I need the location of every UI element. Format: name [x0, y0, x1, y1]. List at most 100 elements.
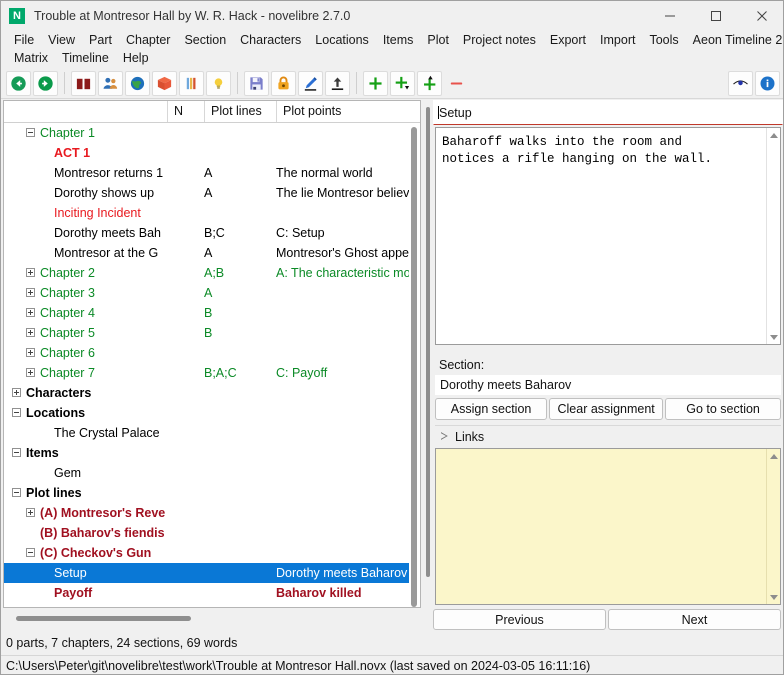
expand-icon[interactable] — [26, 368, 35, 377]
go-forward-icon[interactable] — [33, 70, 58, 96]
menu-section[interactable]: Section — [177, 31, 233, 49]
tree-column-plot-points[interactable]: Plot points — [276, 101, 420, 122]
expand-icon[interactable] — [26, 328, 35, 337]
items-box-icon[interactable] — [152, 70, 177, 96]
expand-icon[interactable] — [26, 268, 35, 277]
expand-icon[interactable] — [26, 288, 35, 297]
go-to-section-button[interactable]: Go to section — [665, 398, 781, 420]
tree-row[interactable]: Chapter 4 B — [4, 303, 420, 323]
tree-row[interactable]: Chapter 5 B — [4, 323, 420, 343]
tree-row[interactable]: ACT 1 — [4, 143, 420, 163]
tree-row[interactable]: Setup Dorothy meets Baharov — [4, 563, 420, 583]
minimize-icon[interactable] — [647, 1, 693, 31]
notes-scroll-down-icon[interactable] — [767, 590, 780, 604]
book-icon[interactable] — [71, 70, 96, 96]
tree-row[interactable]: Chapter 1 — [4, 123, 420, 143]
view-eye-icon[interactable] — [728, 70, 753, 96]
previous-button[interactable]: Previous — [433, 609, 606, 630]
collapse-icon[interactable] — [12, 488, 21, 497]
menu-chapter[interactable]: Chapter — [119, 31, 177, 49]
tree-row[interactable]: Inciting Incident — [4, 203, 420, 223]
menu-items[interactable]: Items — [376, 31, 421, 49]
description-textarea[interactable]: Baharoff walks into the room and notices… — [435, 127, 781, 345]
menu-characters[interactable]: Characters — [233, 31, 308, 49]
tree-row[interactable]: Chapter 2 A;B A: The characteristic mom — [4, 263, 420, 283]
tree-row[interactable]: Montresor at the G A Montresor's Ghost app… — [4, 243, 420, 263]
menu-part[interactable]: Part — [82, 31, 119, 49]
tree-horizontal-scrollbar[interactable] — [3, 610, 423, 632]
add-parent-icon[interactable] — [417, 70, 442, 96]
manuscript-pen-icon[interactable] — [298, 70, 323, 96]
next-button[interactable]: Next — [608, 609, 781, 630]
menu-matrix[interactable]: Matrix — [7, 49, 55, 67]
section-value[interactable]: Dorothy meets Baharov — [435, 375, 781, 395]
project-tree[interactable]: N Plot lines Plot points Chapter 1 ACT 1 M… — [3, 100, 421, 608]
tree-row[interactable]: Gem — [4, 463, 420, 483]
expand-icon[interactable] — [26, 308, 35, 317]
menu-export[interactable]: Export — [543, 31, 593, 49]
expand-icon[interactable] — [12, 388, 21, 397]
tree-hscroll-thumb[interactable] — [16, 616, 191, 621]
lock-icon[interactable] — [271, 70, 296, 96]
save-icon[interactable] — [244, 70, 269, 96]
assign-section-button[interactable]: Assign section — [435, 398, 548, 420]
menu-file[interactable]: File — [7, 31, 41, 49]
tree-row[interactable]: (C) Checkov's Gun — [4, 543, 420, 563]
maximize-icon[interactable] — [693, 1, 739, 31]
menu-timeline[interactable]: Timeline — [55, 49, 116, 67]
tree-row[interactable]: Chapter 7 B;A;C C: Payoff — [4, 363, 420, 383]
info-icon[interactable] — [755, 70, 780, 96]
tree-row[interactable]: Locations — [4, 403, 420, 423]
tree-row[interactable]: Dorothy shows up A The lie Montresor belie… — [4, 183, 420, 203]
collapse-icon[interactable] — [12, 408, 21, 417]
tree-row[interactable]: (A) Montresor's Reve — [4, 503, 420, 523]
tree-row[interactable]: Items — [4, 443, 420, 463]
tree-row[interactable]: Payoff Baharov killed — [4, 583, 420, 603]
characters-icon[interactable] — [98, 70, 123, 96]
go-back-icon[interactable] — [6, 70, 31, 96]
tree-row[interactable]: Plot lines — [4, 483, 420, 503]
menu-locations[interactable]: Locations — [308, 31, 376, 49]
tree-row[interactable]: Dorothy meets Bah B;C C: Setup — [4, 223, 420, 243]
project-notes-bulb-icon[interactable] — [206, 70, 231, 96]
delete-icon[interactable] — [444, 71, 469, 96]
scroll-down-icon[interactable] — [767, 330, 780, 344]
collapse-icon[interactable] — [26, 128, 35, 137]
tree-row[interactable]: Montresor returns 1 A The normal world — [4, 163, 420, 183]
close-icon[interactable] — [739, 1, 783, 31]
menu-help[interactable]: Help — [116, 49, 156, 67]
splitter-handle[interactable] — [426, 107, 430, 577]
tree-vertical-scrollbar[interactable] — [409, 123, 420, 607]
add-element-icon[interactable] — [390, 70, 415, 96]
tree-row[interactable]: Characters — [4, 383, 420, 403]
tree-column-title[interactable] — [4, 101, 167, 122]
menu-plot[interactable]: Plot — [420, 31, 456, 49]
tree-row[interactable]: Chapter 3 A — [4, 283, 420, 303]
tree-body[interactable]: Chapter 1 ACT 1 Montresor returns 1 A The no… — [4, 123, 420, 607]
menu-project-notes[interactable]: Project notes — [456, 31, 543, 49]
notes-scrollbar[interactable] — [766, 449, 780, 604]
menu-aeon-timeline-2[interactable]: Aeon Timeline 2 — [686, 31, 783, 49]
add-child-icon[interactable] — [363, 70, 388, 96]
tree-row[interactable]: Chapter 6 — [4, 343, 420, 363]
element-title-input[interactable]: Setup — [433, 100, 783, 125]
menu-tools[interactable]: Tools — [642, 31, 685, 49]
expand-icon[interactable] — [26, 348, 35, 357]
menu-import[interactable]: Import — [593, 31, 642, 49]
notes-textarea[interactable] — [435, 448, 781, 605]
locations-globe-icon[interactable] — [125, 70, 150, 96]
collapse-icon[interactable] — [26, 548, 35, 557]
expand-icon[interactable] — [26, 508, 35, 517]
links-disclosure[interactable]: Links — [435, 425, 781, 447]
menu-view[interactable]: View — [41, 31, 82, 49]
scroll-up-icon[interactable] — [767, 128, 780, 142]
tree-row[interactable]: The Crystal Palace — [4, 423, 420, 443]
tree-row[interactable]: (B) Baharov's fiendis — [4, 523, 420, 543]
description-scrollbar[interactable] — [766, 128, 780, 344]
collapse-icon[interactable] — [12, 448, 21, 457]
plot-lines-icon[interactable] — [179, 70, 204, 96]
tree-scroll-thumb[interactable] — [411, 127, 417, 607]
notes-scroll-up-icon[interactable] — [767, 449, 780, 463]
clear-assignment-button[interactable]: Clear assignment — [549, 398, 664, 420]
tree-column-n[interactable]: N — [167, 101, 204, 122]
